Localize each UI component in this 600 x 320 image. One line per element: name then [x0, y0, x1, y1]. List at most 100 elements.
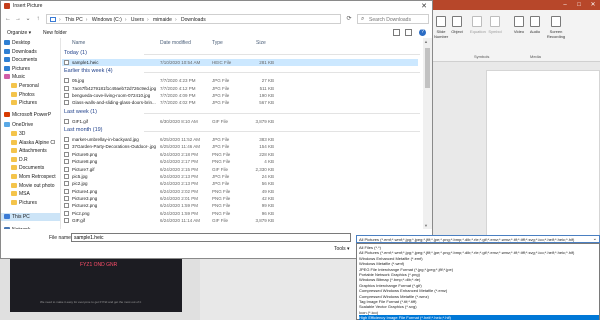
- nav-item[interactable]: Music: [1, 73, 60, 81]
- search-input[interactable]: [369, 16, 427, 23]
- file-row[interactable]: 05.jpg 7/7/2020 4:23 PM JPG File 27 KB: [62, 77, 418, 84]
- maximize-icon[interactable]: □: [572, 0, 586, 10]
- file-row[interactable]: pic2.jpg 6/24/2020 2:13 PM JPG File 56 KB: [62, 180, 418, 187]
- file-row[interactable]: market-umbrellay-in-backyard.jpg 6/25/202…: [62, 136, 418, 143]
- nav-item[interactable]: Personal: [1, 82, 60, 90]
- file-type: GIF File: [212, 118, 229, 124]
- nav-item[interactable]: Documents: [1, 56, 60, 64]
- file-name-input[interactable]: [71, 233, 351, 242]
- nav-item[interactable]: D.R: [1, 156, 60, 164]
- nav-item[interactable]: 3D: [1, 130, 60, 138]
- file-group-header[interactable]: Earlier this week (4): [64, 68, 420, 77]
- help-icon[interactable]: ?: [419, 29, 426, 36]
- file-type-select[interactable]: All Pictures (*.emf;*.wmf;*.jpg;*.jpeg;*…: [356, 235, 600, 243]
- object-button[interactable]: Object: [450, 16, 464, 34]
- column-date-modified[interactable]: Date modified: [160, 40, 191, 46]
- column-size[interactable]: Size: [256, 40, 266, 46]
- file-date: 6/24/2020 2:13 PM: [160, 181, 199, 187]
- file-row[interactable]: GIF.gif 6/24/2020 11:14 AM GIF File 3,879 K…: [62, 217, 418, 224]
- file-row[interactable]: 7ac67fb4279181f1c49aeb72d726c9ed.jpg 7/7/…: [62, 85, 418, 92]
- scrollbar-thumb[interactable]: [425, 48, 430, 88]
- nav-item[interactable]: Network: [1, 226, 60, 229]
- file-group-title: Today (1): [64, 50, 87, 56]
- file-date: 6/24/2020 2:18 PM: [160, 151, 199, 157]
- nav-item[interactable]: Alaska Alpine Cl: [1, 139, 60, 147]
- blue-icon: [4, 40, 10, 45]
- file-row[interactable]: sample1.heic 7/10/2020 10:54 AM HEIC File 2…: [62, 59, 418, 66]
- file-row[interactable]: Pic2.png 6/24/2020 1:59 PM PNG File 96 KB: [62, 210, 418, 217]
- file-type-option[interactable]: High Efficiency Image File Format (*.hei…: [359, 315, 599, 320]
- breadcrumb-windows-c[interactable]: Windows (C:): [92, 17, 122, 23]
- nav-item[interactable]: Mom Retrospect: [1, 173, 60, 181]
- scroll-down-icon[interactable]: ▼: [424, 223, 428, 228]
- nav-item[interactable]: Photos: [1, 91, 60, 99]
- organize-menu[interactable]: Organize ▾: [7, 30, 31, 36]
- file-row[interactable]: Picture9.png 6/24/2020 2:18 PM PNG File 228…: [62, 151, 418, 158]
- up-arrow-icon[interactable]: ↑: [34, 15, 42, 23]
- file-icon: [64, 188, 69, 194]
- file-row[interactable]: GIF1.gif 6/30/2020 8:10 AM GIF File 3,879 K…: [62, 118, 418, 125]
- nav-item[interactable]: Documents: [1, 164, 60, 172]
- breadcrumb-user[interactable]: mimaide: [153, 17, 172, 23]
- file-group-header[interactable]: Last month (19): [64, 127, 420, 136]
- file-row[interactable]: Picture4.png 6/24/2020 2:02 PM PNG File 49 …: [62, 188, 418, 195]
- file-row[interactable]: Picture8.png 6/24/2020 2:17 PM PNG File 4 K…: [62, 158, 418, 165]
- file-row[interactable]: bengueda-cove-living-room-072410.jpg 7/7/…: [62, 92, 418, 99]
- breadcrumb-users[interactable]: Users: [131, 17, 144, 23]
- nav-item[interactable]: Pictures: [1, 99, 60, 107]
- file-row[interactable]: Picture7.gif 6/24/2020 2:15 PM GIF File 2,3…: [62, 166, 418, 173]
- nav-item[interactable]: Pictures: [1, 65, 60, 73]
- file-row[interactable]: Glass-walls-and-sliding-glass-doors-brin…: [62, 99, 418, 106]
- nav-item[interactable]: Pictures: [1, 199, 60, 207]
- dialog-close-button[interactable]: ✕: [418, 2, 430, 11]
- close-icon[interactable]: ✕: [586, 0, 600, 10]
- file-row[interactable]: 37Garden-Party-Decorations-Outdoor-.jpg 6…: [62, 143, 418, 150]
- ribbon: Slide Number Object Equation Symbol Vide…: [430, 10, 600, 62]
- file-size: 24 KB: [261, 173, 274, 179]
- nav-item[interactable]: Desktop: [1, 39, 60, 47]
- slide-canvas[interactable]: [486, 70, 600, 246]
- breadcrumb-downloads[interactable]: Downloads: [181, 17, 206, 23]
- nav-item[interactable]: MSA: [1, 190, 60, 198]
- nav-item[interactable]: Downloads: [1, 48, 60, 56]
- file-date: 6/25/2020 11:52 AM: [160, 137, 200, 143]
- nav-item[interactable]: Movie out photo: [1, 182, 60, 190]
- file-icon: [64, 144, 69, 150]
- screen-recording-button[interactable]: Screen Recording: [546, 16, 566, 39]
- nav-item[interactable]: Attachments: [1, 147, 60, 155]
- preview-pane-icon[interactable]: [405, 29, 412, 36]
- file-size: 383 KB: [259, 137, 274, 143]
- minimize-icon[interactable]: –: [558, 0, 572, 10]
- symbol-button[interactable]: Symbol: [488, 16, 502, 34]
- file-row[interactable]: Picture3.png 6/24/2020 2:01 PM PNG File 42 …: [62, 195, 418, 202]
- new-folder-button[interactable]: New folder: [43, 30, 67, 36]
- video-button[interactable]: Video: [512, 16, 526, 34]
- nav-item[interactable]: OneDrive: [1, 121, 60, 129]
- nav-item[interactable]: Microsoft PowerP: [1, 111, 60, 119]
- file-icon: [64, 85, 69, 91]
- equation-button[interactable]: Equation: [470, 16, 486, 34]
- breadcrumb[interactable]: › This PC › Windows (C:) › Users › mimaide ›…: [46, 14, 341, 24]
- column-type[interactable]: Type: [212, 40, 223, 46]
- slide-thumbnail[interactable]: FYZ1 OND GNR We need to make it easy for…: [10, 252, 182, 312]
- tools-menu[interactable]: Tools ▾: [334, 246, 350, 252]
- file-group-header[interactable]: Last week (1): [64, 109, 420, 118]
- column-name[interactable]: Name: [72, 40, 85, 46]
- vertical-scrollbar[interactable]: ▲ ▼: [423, 38, 432, 229]
- view-options-icon[interactable]: [392, 29, 400, 36]
- file-type-dropdown-list: All Files (*.*) All Pictures (*.emf;*.wmf…: [356, 243, 600, 320]
- audio-button[interactable]: Audio: [528, 16, 542, 34]
- file-group-header[interactable]: Today (1): [64, 50, 420, 59]
- file-row[interactable]: pic5.jpg 6/24/2020 2:13 PM JPG File 24 KB: [62, 173, 418, 180]
- forward-arrow-icon[interactable]: →: [14, 15, 22, 23]
- recent-chevron-icon[interactable]: ⌄: [24, 15, 32, 23]
- refresh-icon[interactable]: ⟳: [344, 15, 354, 23]
- breadcrumb-this-pc[interactable]: This PC: [65, 17, 83, 23]
- search-box[interactable]: ⌕: [357, 14, 429, 24]
- file-row[interactable]: Picture2.png 6/24/2020 1:59 PM PNG File 99 …: [62, 202, 418, 209]
- back-arrow-icon[interactable]: ←: [4, 15, 12, 23]
- file-date: 6/24/2020 2:01 PM: [160, 195, 199, 201]
- slide-number-button[interactable]: Slide Number: [434, 16, 448, 39]
- scroll-up-icon[interactable]: ▲: [424, 39, 428, 44]
- nav-item[interactable]: This PC: [1, 213, 60, 222]
